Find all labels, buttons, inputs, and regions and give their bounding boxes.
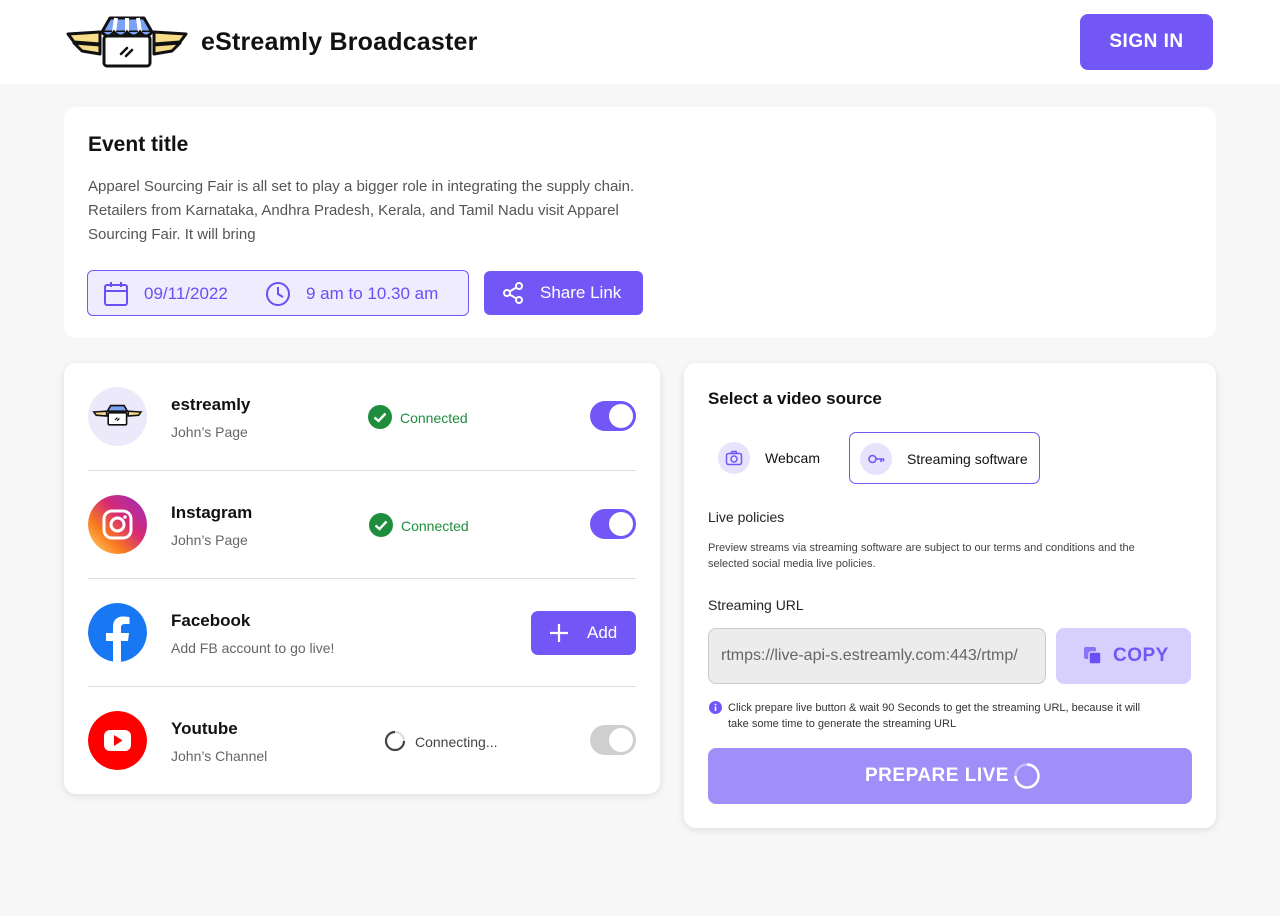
streaming-url-field[interactable] xyxy=(708,628,1046,684)
streaming-url-label: Streaming URL xyxy=(708,597,804,613)
account-row-estreamly: estreamly John’s Page Connected xyxy=(88,363,636,471)
status-text: Connecting... xyxy=(415,734,498,750)
prepare-live-button[interactable]: PREPARE LIVE xyxy=(708,748,1192,804)
clock-icon xyxy=(265,281,291,312)
estreamly-logo-icon xyxy=(88,387,147,446)
estreamly-logo-icon xyxy=(66,14,188,70)
account-toggle[interactable] xyxy=(590,725,636,755)
account-toggle[interactable] xyxy=(590,401,636,431)
policies-line: selected social media live policies. xyxy=(708,558,876,570)
event-card: Event title Apparel Sourcing Fair is all… xyxy=(64,107,1216,338)
check-circle-icon xyxy=(369,513,393,542)
header: eStreamly Broadcaster SIGN IN xyxy=(0,0,1280,84)
status-text: Connected xyxy=(401,518,469,534)
account-name: estreamly xyxy=(171,395,251,414)
key-icon xyxy=(860,443,892,475)
add-facebook-button[interactable]: Add xyxy=(531,611,636,655)
account-row-facebook: Facebook Add FB account to go live! Add xyxy=(88,579,636,687)
account-toggle[interactable] xyxy=(590,509,636,539)
account-page: John’s Page xyxy=(171,424,248,440)
info-line: Click prepare live button & wait 90 Seco… xyxy=(728,702,1141,714)
live-policies-text: Preview streams via streaming software a… xyxy=(708,540,1135,572)
share-icon xyxy=(501,281,525,310)
account-name: Youtube xyxy=(171,719,238,738)
copy-label: COPY xyxy=(1113,645,1169,666)
event-datetime: 09/11/2022 9 am to 10.30 am xyxy=(87,270,469,316)
app-title: eStreamly Broadcaster xyxy=(201,28,478,56)
account-name: Facebook xyxy=(171,611,251,630)
account-row-youtube: Youtube John’s Channel Connecting... xyxy=(88,687,636,795)
policies-line: Preview streams via streaming software a… xyxy=(708,542,1135,554)
account-page: Add FB account to go live! xyxy=(171,640,335,656)
copy-url-button[interactable]: COPY xyxy=(1056,628,1191,684)
youtube-icon xyxy=(88,711,147,770)
account-name: Instagram xyxy=(171,503,253,522)
info-line: take some time to generate the streaming… xyxy=(728,718,957,730)
streaming-software-option[interactable]: Streaming software xyxy=(849,432,1040,484)
video-source-card: Select a video source Webcam Streaming s… xyxy=(684,363,1216,828)
add-button-label: Add xyxy=(587,623,618,642)
event-description-line: Sourcing Fair. It will bring xyxy=(88,226,256,243)
calendar-icon xyxy=(103,281,129,312)
event-time: 9 am to 10.30 am xyxy=(306,284,439,303)
spinner-icon xyxy=(383,729,407,758)
event-title: Event title xyxy=(88,133,189,156)
share-link-button[interactable]: Share Link xyxy=(484,271,643,315)
sign-in-button[interactable]: SIGN IN xyxy=(1080,14,1213,70)
info-icon xyxy=(709,701,722,719)
spinner-icon xyxy=(1013,762,1041,795)
share-link-label: Share Link xyxy=(540,283,622,302)
check-circle-icon xyxy=(368,405,392,434)
status-text: Connected xyxy=(400,410,468,426)
camera-icon xyxy=(718,442,750,474)
event-description-line: Retailers from Karnataka, Andhra Pradesh… xyxy=(88,202,619,219)
plus-icon xyxy=(549,623,569,648)
event-date: 09/11/2022 xyxy=(144,284,228,303)
connected-accounts-card: estreamly John’s Page Connected Instagra… xyxy=(64,363,660,794)
streaming-software-label: Streaming software xyxy=(907,451,1028,467)
prepare-live-label: PREPARE LIVE xyxy=(865,765,1009,786)
account-page: John’s Channel xyxy=(171,748,268,764)
facebook-icon xyxy=(88,603,147,662)
account-row-instagram: Instagram John’s Page Connected xyxy=(88,471,636,579)
account-page: John’s Page xyxy=(171,532,248,548)
webcam-label: Webcam xyxy=(765,450,820,466)
copy-icon xyxy=(1083,646,1103,671)
event-description: Apparel Sourcing Fair is all set to play… xyxy=(88,175,728,247)
live-policies-label: Live policies xyxy=(708,509,785,525)
streaming-url-input[interactable] xyxy=(721,629,1041,683)
instagram-icon xyxy=(88,495,147,554)
event-description-line: Apparel Sourcing Fair is all set to play… xyxy=(88,178,635,195)
streaming-url-info: Click prepare live button & wait 90 Seco… xyxy=(728,700,1188,732)
webcam-option[interactable]: Webcam xyxy=(708,432,838,484)
video-source-title: Select a video source xyxy=(708,389,882,408)
